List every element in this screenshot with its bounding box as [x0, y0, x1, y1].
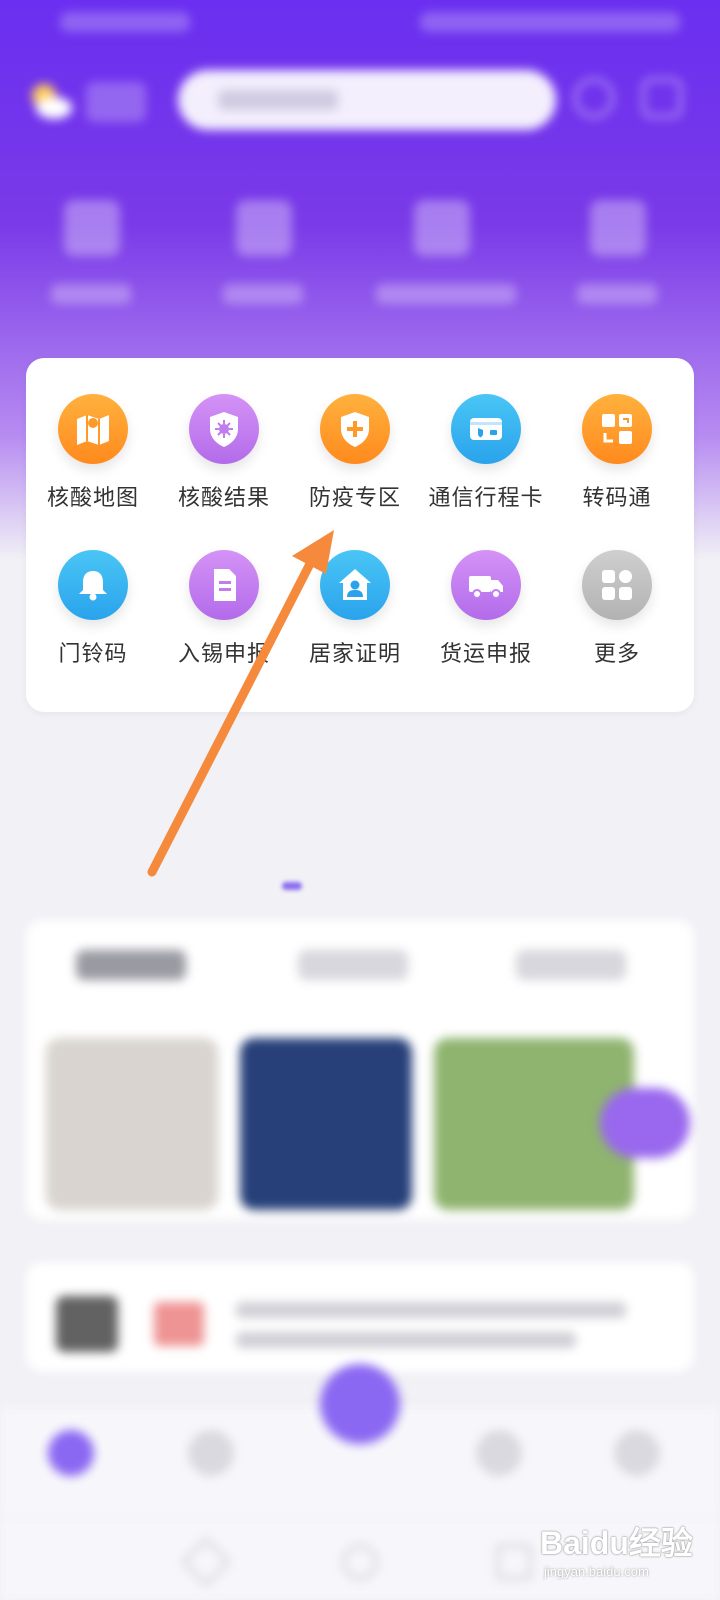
search-input[interactable] — [178, 70, 556, 130]
service-label: 入锡申报 — [177, 642, 270, 667]
weather-icon — [32, 84, 72, 119]
status-bar-right — [420, 12, 680, 32]
services-card: 核酸地图 核酸结果 防疫专区 通信行程卡 转码通 门铃码 入锡申报 居家证明 货… — [26, 358, 694, 712]
status-bar-left — [60, 12, 190, 32]
ticker-line — [236, 1302, 626, 1318]
grid-more-icon — [582, 550, 652, 620]
service-label: 居家证明 — [308, 642, 401, 667]
search-placeholder — [218, 90, 338, 110]
message-icon[interactable] — [642, 78, 682, 118]
quick-action-icon — [414, 200, 470, 256]
quick-action-label — [577, 284, 657, 304]
news-section — [26, 920, 694, 1220]
bell-icon — [58, 550, 128, 620]
service-home-certificate[interactable]: 居家证明 — [288, 550, 422, 700]
quick-action-2[interactable] — [208, 190, 318, 310]
news-tab[interactable] — [298, 950, 408, 980]
service-doorbell-code[interactable]: 门铃码 — [26, 550, 160, 700]
service-more[interactable]: 更多 — [550, 550, 684, 700]
status-bar — [0, 0, 720, 50]
weather-text — [86, 82, 146, 122]
news-thumbnail[interactable] — [46, 1038, 218, 1210]
headset-icon[interactable] — [574, 78, 614, 118]
news-tab[interactable] — [76, 950, 186, 980]
weather-widget[interactable] — [26, 74, 156, 134]
quick-action-4[interactable] — [562, 190, 672, 310]
tab-center-button[interactable] — [320, 1364, 400, 1444]
service-label: 转码通 — [582, 486, 652, 511]
quick-action-label — [223, 284, 303, 304]
plus-shield-icon — [320, 394, 390, 464]
code-convert-icon — [582, 394, 652, 464]
service-freight-declaration[interactable]: 货运申报 — [419, 550, 553, 700]
recents-icon[interactable] — [496, 1544, 532, 1580]
service-label: 通信行程卡 — [428, 486, 544, 511]
document-icon — [189, 550, 259, 620]
service-label: 货运申报 — [439, 642, 532, 667]
truck-icon — [451, 550, 521, 620]
baidu-watermark: Baidu经验 jingyan.baidu.com — [540, 1516, 710, 1586]
service-code-convert[interactable]: 转码通 — [550, 394, 684, 544]
news-thumbnail[interactable] — [240, 1038, 412, 1210]
watermark-url: jingyan.baidu.com — [544, 1564, 649, 1579]
news-tab[interactable] — [516, 950, 626, 980]
quick-action-label — [376, 284, 516, 304]
ticker-tag — [154, 1302, 204, 1346]
news-ticker[interactable] — [26, 1262, 694, 1372]
home-icon[interactable] — [342, 1544, 378, 1580]
quick-action-icon — [590, 200, 646, 256]
quick-actions — [0, 190, 720, 320]
quick-action-1[interactable] — [36, 190, 146, 310]
page-indicator — [282, 882, 302, 890]
back-icon[interactable] — [180, 1536, 232, 1588]
quick-action-icon — [64, 200, 120, 256]
quick-action-3[interactable] — [376, 190, 516, 310]
ticker-line — [236, 1332, 576, 1348]
tab-home-icon[interactable] — [48, 1430, 94, 1476]
service-nucleic-acid-result[interactable]: 核酸结果 — [157, 394, 291, 544]
service-label: 核酸地图 — [46, 486, 139, 511]
quick-action-icon — [236, 200, 292, 256]
service-epidemic-zone[interactable]: 防疫专区 — [288, 394, 422, 544]
map-icon — [58, 394, 128, 464]
service-nucleic-acid-map[interactable]: 核酸地图 — [26, 394, 160, 544]
service-label: 更多 — [593, 642, 640, 667]
service-label: 核酸结果 — [177, 486, 270, 511]
service-label: 防疫专区 — [308, 486, 401, 511]
tab-icon[interactable] — [614, 1430, 660, 1476]
floating-badge[interactable] — [600, 1088, 690, 1158]
ticker-logo — [56, 1296, 118, 1352]
tab-icon[interactable] — [476, 1430, 522, 1476]
watermark-brand: Baidu经验 — [540, 1525, 693, 1561]
service-travel-card[interactable]: 通信行程卡 — [419, 394, 553, 544]
quick-action-label — [51, 284, 131, 304]
travel-card-icon — [451, 394, 521, 464]
tab-icon[interactable] — [188, 1430, 234, 1476]
home-person-icon — [320, 550, 390, 620]
virus-shield-icon — [189, 394, 259, 464]
service-entry-declaration[interactable]: 入锡申报 — [157, 550, 291, 700]
service-label: 门铃码 — [58, 642, 128, 667]
